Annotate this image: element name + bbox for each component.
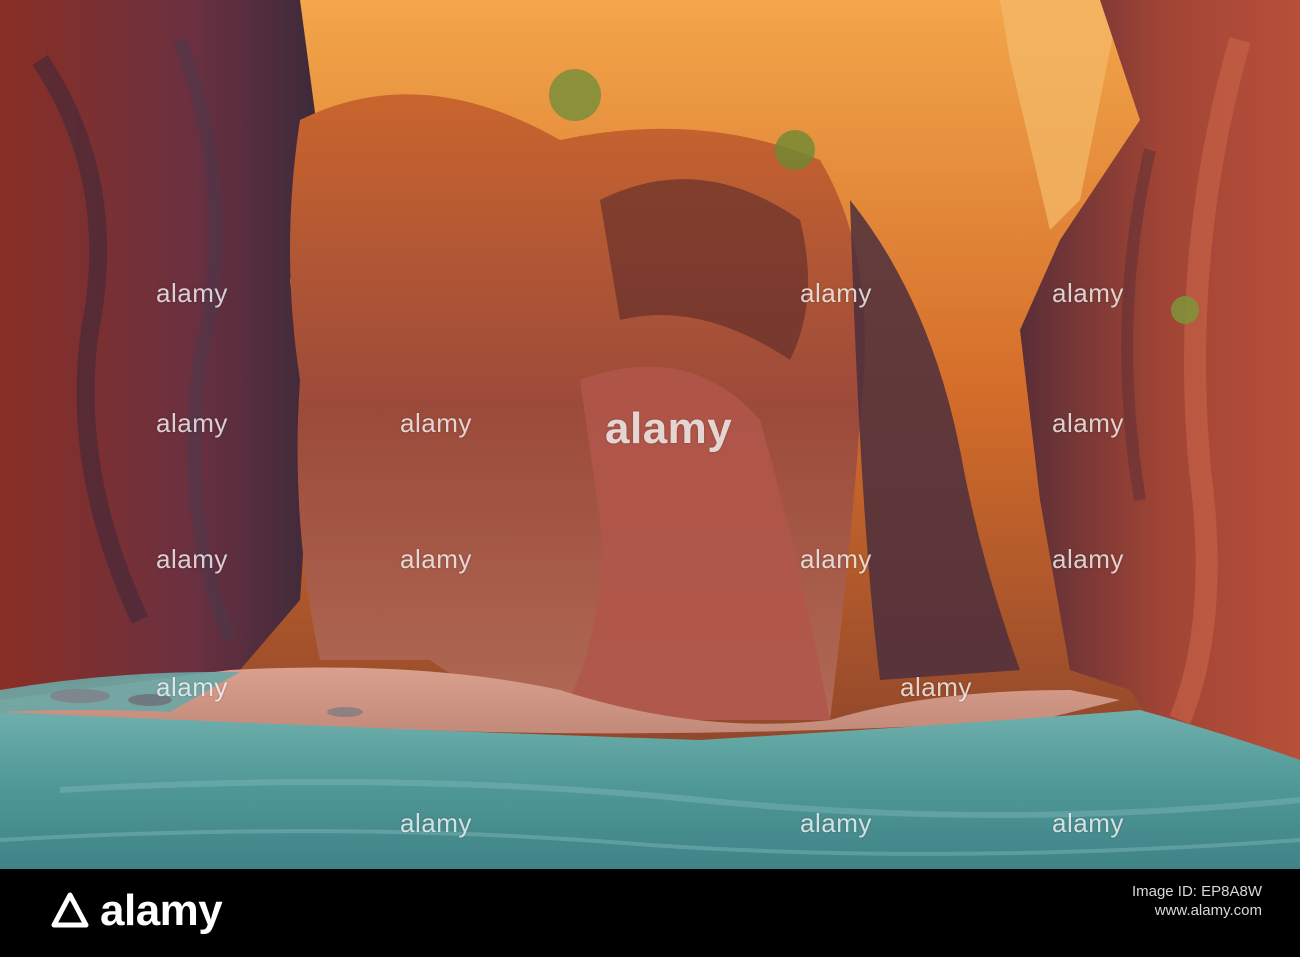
watermark: alamy (400, 544, 472, 574)
watermark-center: alamy (605, 404, 733, 453)
shrub-foliage (775, 130, 815, 170)
wall-plant (1171, 296, 1199, 324)
watermark: alamy (900, 672, 972, 702)
canyon-photo: alamy alamy alamy alamy alamy alamy alam… (0, 0, 1300, 869)
watermark: alamy (800, 278, 872, 308)
brand-name: alamy (100, 886, 223, 935)
watermark: alamy (156, 408, 228, 438)
tree-foliage (549, 69, 601, 121)
watermark: alamy (156, 672, 228, 702)
river-stone (327, 707, 363, 717)
site-url[interactable]: www.alamy.com (1132, 902, 1262, 919)
left-canyon-wall (0, 0, 320, 690)
brand-logo[interactable]: alamy (50, 883, 223, 939)
watermark: alamy (800, 544, 872, 574)
watermark: alamy (400, 808, 472, 838)
watermark: alamy (156, 278, 228, 308)
image-id-label: Image ID: EP8A8W (1131, 883, 1262, 900)
image-meta: Image ID: EP8A8W www.alamy.com (1132, 883, 1262, 919)
river-stone (50, 689, 110, 703)
watermark: alamy (800, 808, 872, 838)
alamy-logo-icon (51, 892, 89, 928)
watermark: alamy (1052, 408, 1124, 438)
watermark: alamy (1052, 544, 1124, 574)
watermark: alamy (1052, 808, 1124, 838)
watermark: alamy (400, 408, 472, 438)
watermark: alamy (156, 544, 228, 574)
watermark: alamy (1052, 278, 1124, 308)
footer-bar: alamy Image ID: EP8A8W www.alamy.com (0, 869, 1300, 957)
